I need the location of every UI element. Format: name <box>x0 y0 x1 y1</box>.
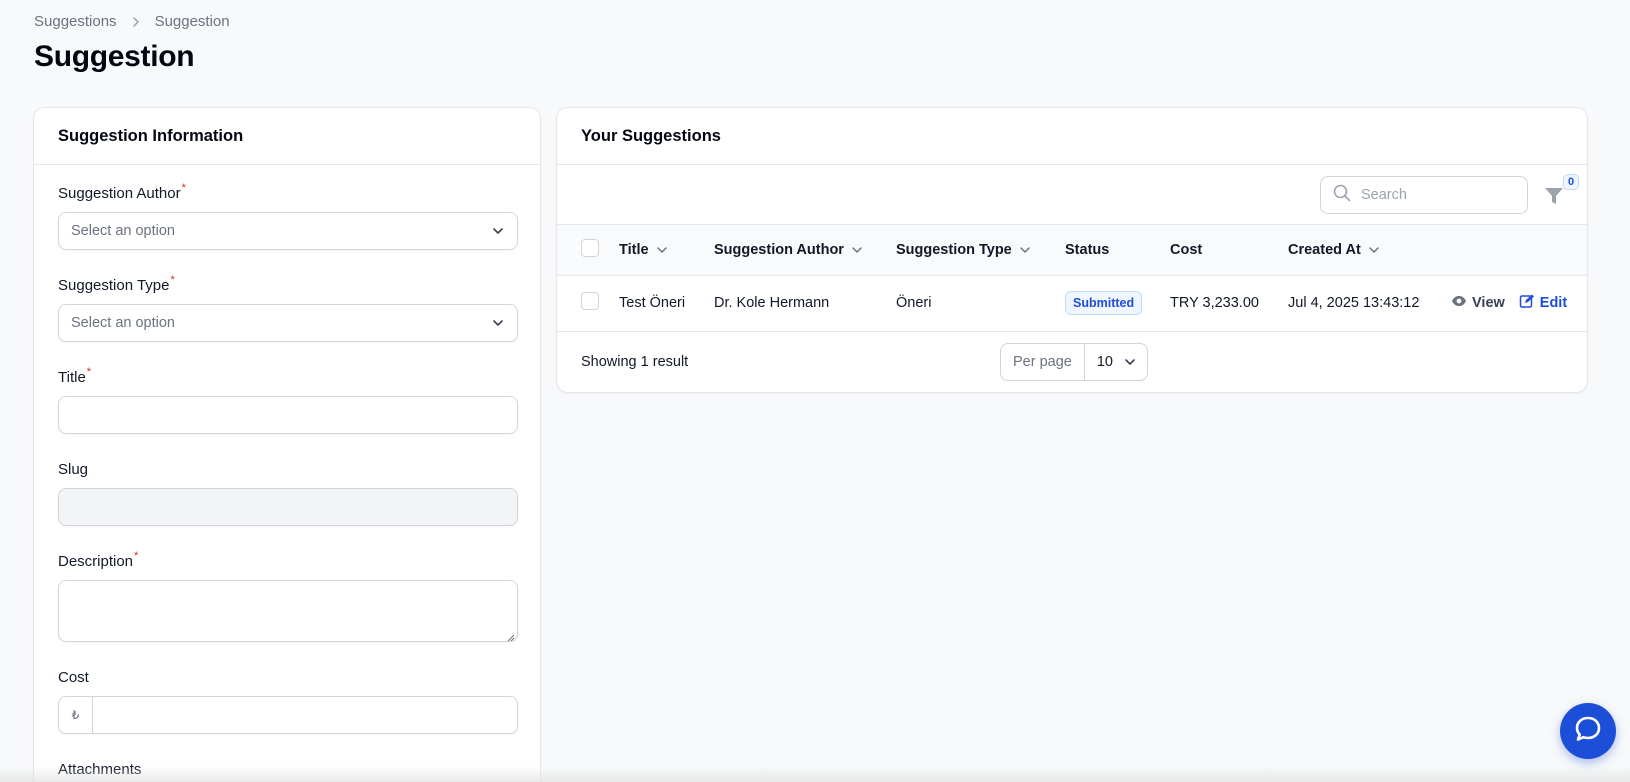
column-created-at[interactable]: Created At <box>1288 225 1451 275</box>
resize-handle-icon[interactable] <box>506 630 515 642</box>
cost-label: Cost <box>58 669 89 686</box>
per-page-value: 10 <box>1096 353 1113 370</box>
select-all-cell <box>557 225 619 275</box>
currency-prefix: ₺ <box>59 697 93 733</box>
per-page-select[interactable]: Per page 10 <box>1000 342 1148 381</box>
description-field: Description * <box>58 550 518 642</box>
page-title: Suggestion <box>34 40 195 73</box>
eye-icon <box>1451 293 1467 313</box>
author-field: Suggestion Author * Select an option <box>58 182 518 250</box>
slug-field: Slug <box>58 461 518 526</box>
type-field: Suggestion Type * Select an option <box>58 274 518 342</box>
search-input[interactable] <box>1361 187 1511 203</box>
required-mark: * <box>170 274 175 286</box>
per-page-label: Per page <box>1001 343 1085 380</box>
row-status-cell: Submitted <box>1065 275 1170 331</box>
cost-input-group: ₺ <box>58 696 518 734</box>
chat-icon <box>1573 714 1603 749</box>
suggestion-form-card: Suggestion Information Suggestion Author… <box>33 107 541 782</box>
type-label: Suggestion Type * <box>58 274 175 294</box>
chevron-right-icon <box>129 15 143 29</box>
description-label: Description * <box>58 550 139 570</box>
required-mark: * <box>181 182 186 194</box>
filter-count-badge: 0 <box>1563 174 1579 190</box>
form-card-header: Suggestion Information <box>34 108 540 165</box>
status-badge: Submitted <box>1065 291 1143 315</box>
row-title: Test Öneri <box>619 295 686 311</box>
chevron-down-icon <box>850 243 864 257</box>
slug-label: Slug <box>58 461 89 478</box>
breadcrumb-item-suggestions[interactable]: Suggestions <box>34 13 117 30</box>
chat-button[interactable] <box>1560 703 1616 759</box>
column-title[interactable]: Title <box>619 225 714 275</box>
filter-icon[interactable] <box>1543 183 1565 207</box>
cost-field: Cost ₺ <box>58 669 518 734</box>
author-label: Suggestion Author * <box>58 182 186 202</box>
cost-input[interactable] <box>93 697 517 733</box>
edit-icon <box>1519 293 1535 313</box>
suggestions-table-card: Your Suggestions 0 Title Suggestion Auth… <box>556 107 1588 393</box>
required-mark: * <box>134 550 139 562</box>
column-cost: Cost <box>1170 241 1203 258</box>
row-type: Öneri <box>896 295 932 311</box>
per-page-value-wrap: 10 <box>1085 354 1147 370</box>
title-field: Title * <box>58 366 518 434</box>
row-select-cell <box>557 275 619 331</box>
row-created-at: Jul 4, 2025 13:43:12 <box>1288 295 1420 311</box>
search-icon <box>1333 184 1351 207</box>
table-card-header: Your Suggestions <box>557 108 1587 165</box>
chevron-down-icon <box>1367 243 1381 257</box>
row-cost: TRY 3,233.00 <box>1170 295 1259 311</box>
chevron-down-icon <box>655 243 669 257</box>
select-all-checkbox[interactable] <box>581 238 599 257</box>
column-type[interactable]: Suggestion Type <box>896 225 1065 275</box>
search-box <box>1320 176 1528 214</box>
author-select[interactable]: Select an option <box>58 212 518 250</box>
table-row[interactable]: Test Öneri Dr. Kole Hermann Öneri Submit… <box>557 275 1587 331</box>
breadcrumb: Suggestions Suggestion <box>34 13 230 30</box>
edit-button[interactable]: Edit <box>1519 293 1567 313</box>
chevron-down-icon <box>1123 355 1137 369</box>
title-label: Title * <box>58 366 92 386</box>
description-textarea[interactable] <box>58 580 518 642</box>
title-input[interactable] <box>58 396 518 434</box>
type-select[interactable]: Select an option <box>58 304 518 342</box>
chevron-down-icon <box>491 224 505 238</box>
results-summary: Showing 1 result <box>581 353 689 370</box>
column-status: Status <box>1065 241 1110 258</box>
chevron-down-icon <box>1018 243 1032 257</box>
suggestions-table: Title Suggestion Author Suggestion Type … <box>557 225 1587 332</box>
row-actions: View Edit <box>1451 275 1587 331</box>
column-author[interactable]: Suggestion Author <box>714 225 896 275</box>
slug-input <box>58 488 518 526</box>
table-toolbar: 0 <box>557 165 1587 225</box>
type-select-placeholder: Select an option <box>71 315 175 331</box>
view-button[interactable]: View <box>1451 293 1505 313</box>
required-mark: * <box>86 366 92 378</box>
row-checkbox[interactable] <box>581 292 599 310</box>
breadcrumb-item-current: Suggestion <box>154 13 230 30</box>
column-actions <box>1451 225 1587 275</box>
author-select-placeholder: Select an option <box>71 223 175 239</box>
chevron-down-icon <box>491 316 505 330</box>
row-author: Dr. Kole Hermann <box>714 295 830 311</box>
bottom-shadow <box>0 766 1630 782</box>
table-footer: Showing 1 result Per page 10 <box>557 332 1587 392</box>
table-header-row: Title Suggestion Author Suggestion Type … <box>557 225 1587 275</box>
